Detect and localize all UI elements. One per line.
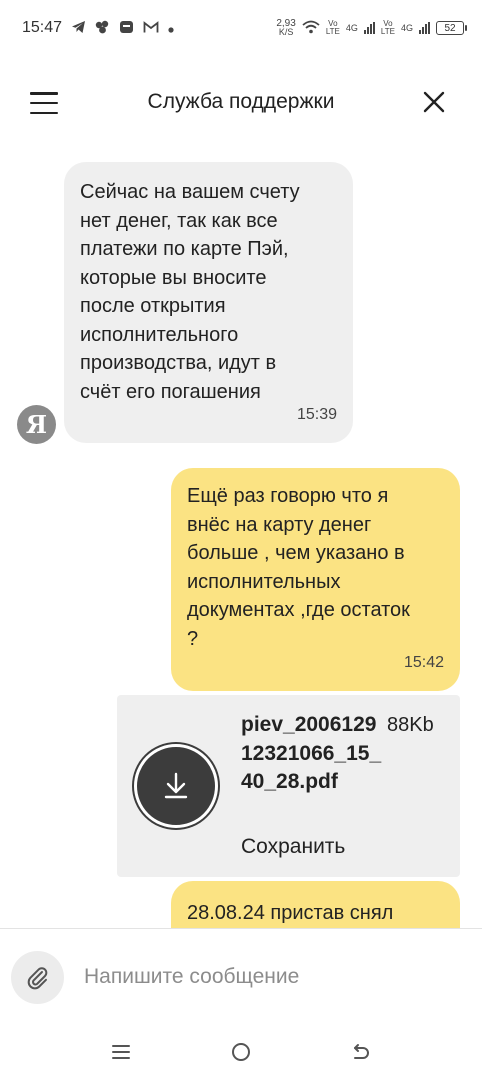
hamburger-icon[interactable]	[30, 92, 58, 114]
download-icon	[164, 772, 188, 799]
avatar-letter: Я	[25, 410, 48, 439]
save-button[interactable]: Сохранить	[241, 835, 345, 859]
app-icon	[95, 20, 110, 36]
gmail-icon	[143, 20, 159, 36]
wifi-icon	[302, 20, 320, 36]
home-icon[interactable]	[226, 1039, 256, 1065]
outgoing-message: 28.08.24 пристав снял	[171, 881, 460, 928]
status-bar: 15:47 2,93 K/S Vo LTE 4G Vo LTE 4G 52	[0, 0, 482, 56]
battery-level: 52	[444, 22, 456, 34]
avatar: Я	[17, 405, 56, 444]
volte-badge-1: Vo LTE	[325, 19, 340, 36]
signal-icon-2	[419, 22, 430, 34]
messenger-icon	[119, 20, 134, 36]
page-title: Служба поддержки	[147, 90, 335, 113]
scroll-fade	[0, 135, 482, 155]
close-icon[interactable]	[422, 90, 446, 114]
file-attachment: piev_200612912321066_15_40_28.pdf 88Kb С…	[117, 695, 460, 877]
system-nav-bar	[0, 1025, 482, 1080]
message-text: 28.08.24 пристав снял	[187, 902, 394, 924]
app-header: Служба поддержки	[0, 74, 482, 130]
back-icon[interactable]	[346, 1039, 376, 1065]
battery-icon: 52	[436, 21, 467, 35]
file-size: 88Kb	[387, 714, 434, 736]
paperclip-icon	[27, 966, 47, 989]
attach-button[interactable]	[11, 951, 64, 1004]
status-time: 15:47	[22, 19, 63, 36]
telegram-icon	[71, 20, 86, 36]
message-time: 15:42	[403, 653, 444, 671]
volte-badge-2: Vo LTE	[380, 19, 395, 36]
file-name: piev_200612912321066_15_40_28.pdf	[241, 713, 382, 793]
recent-apps-icon[interactable]	[106, 1039, 136, 1065]
message-text: Ещё раз говорю что я внёс на карту денег…	[187, 485, 410, 650]
network-type-2: 4G	[400, 23, 413, 33]
incoming-message: Сейчас на вашем счету нет денег, так как…	[64, 162, 353, 443]
signal-icon-1	[363, 22, 375, 34]
network-type-1: 4G	[345, 23, 358, 33]
status-right: 2,93 K/S Vo LTE 4G Vo LTE 4G 52	[276, 18, 467, 37]
message-input[interactable]	[84, 957, 454, 997]
message-text: Сейчас на вашем счету нет денег, так как…	[80, 181, 300, 403]
outgoing-message: Ещё раз говорю что я внёс на карту денег…	[171, 468, 460, 691]
network-speed: 2,93 K/S	[276, 18, 296, 37]
message-composer	[0, 929, 482, 1025]
download-button[interactable]	[134, 744, 218, 828]
status-left: 15:47	[22, 19, 174, 37]
chat-area[interactable]: Сейчас на вашем счету нет денег, так как…	[0, 135, 482, 928]
dot-icon	[168, 21, 174, 35]
message-time: 15:39	[296, 405, 337, 423]
